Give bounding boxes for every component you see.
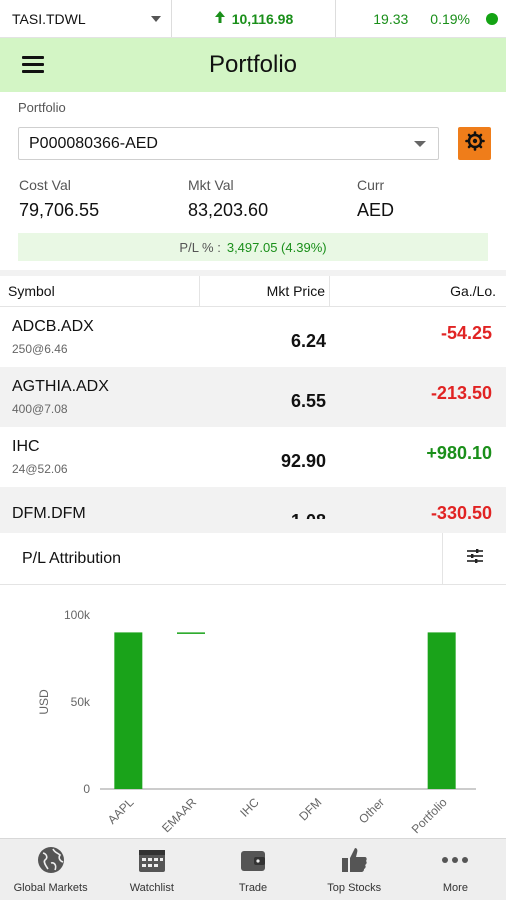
x-tick-label: Portfolio — [409, 795, 450, 836]
portfolio-selected-value: P000080366-AED — [29, 134, 158, 152]
y-tick-label: 50k — [71, 695, 91, 709]
tab-top-stocks[interactable]: Top Stocks — [304, 839, 405, 900]
row-qty: 24@52.06 — [12, 462, 68, 476]
row-symbol: ADCB.ADX — [12, 318, 94, 335]
pl-label: P/L % : — [179, 239, 221, 255]
pl-attribution-title: P/L Attribution — [22, 549, 122, 567]
page-title: Portfolio — [208, 51, 298, 78]
column-header-symbol[interactable]: Symbol — [0, 276, 200, 306]
table-row[interactable]: DFM.DFM 1.08 -330.50 — [0, 487, 506, 519]
tab-trade[interactable]: Trade — [202, 839, 303, 900]
calendar-icon — [137, 845, 167, 878]
y-tick-label: 0 — [83, 782, 90, 796]
row-symbol: IHC — [12, 438, 40, 455]
wallet-icon — [238, 845, 268, 878]
holdings-table: Symbol Mkt Price Ga./Lo. ADCB.ADX 250@6.4… — [0, 276, 506, 519]
ticker-change-pct: 0.19% — [430, 10, 470, 27]
table-header: Symbol Mkt Price Ga./Lo. — [0, 276, 506, 307]
tab-label: Top Stocks — [327, 882, 382, 894]
row-qty: 400@7.08 — [12, 402, 68, 416]
status-dot — [486, 13, 498, 25]
row-price: 92.90 — [280, 450, 326, 471]
pl-attribution-header: P/L Attribution — [0, 532, 506, 585]
column-header-gain-loss[interactable]: Ga./Lo. — [330, 276, 506, 306]
pl-attribution-card: P/L Attribution 0 50k 100k USD AAPL EMAAR IHC D… — [0, 532, 506, 838]
bar — [177, 632, 205, 634]
x-tick-label: Other — [356, 795, 387, 826]
row-gain: -213.50 — [430, 382, 492, 403]
ticker-symbol: TASI.TDWL — [12, 10, 86, 27]
row-gain: -330.50 — [430, 502, 492, 520]
app-header: Portfolio — [0, 38, 506, 92]
y-axis-label: USD — [37, 689, 51, 715]
row-price: 6.55 — [290, 390, 326, 411]
tab-watchlist[interactable]: Watchlist — [101, 839, 202, 900]
portfolio-select[interactable]: P000080366-AED — [18, 127, 439, 160]
arrow-up-icon — [214, 10, 226, 27]
row-price: 1.08 — [200, 487, 330, 520]
tab-label: Watchlist — [129, 882, 174, 894]
portfolio-label: Portfolio — [18, 100, 66, 115]
tab-label: Trade — [238, 882, 268, 894]
x-tick-label: DFM — [296, 795, 324, 823]
row-gain: -54.25 — [440, 322, 492, 343]
pl-bar: P/L % : 3,497.05 (4.39%) — [18, 233, 488, 261]
bottom-tab-bar: Global Markets Watchlist Trade Top Stock… — [0, 838, 506, 900]
ticker-change: 19.33 — [373, 10, 409, 27]
ticker-symbol-select[interactable]: TASI.TDWL — [0, 0, 172, 37]
tab-label: More — [442, 882, 468, 894]
y-tick-label: 100k — [64, 608, 91, 622]
bar — [114, 632, 143, 789]
x-tick-label: AAPL — [105, 795, 137, 827]
cost-val-label: Cost Val — [19, 177, 71, 193]
row-qty: 250@6.46 — [12, 342, 68, 356]
table-row[interactable]: AGTHIA.ADX 400@7.08 6.55 -213.50 — [0, 367, 506, 427]
pl-attribution-chart: 0 50k 100k USD AAPL EMAAR IHC DFM Other Portfolio — [37, 608, 476, 836]
row-symbol: AGTHIA.ADX — [12, 378, 109, 395]
row-gain: +980.10 — [426, 442, 492, 463]
curr-value: AED — [357, 200, 395, 220]
row-price: 6.24 — [290, 330, 326, 351]
cost-val: 79,706.55 — [19, 200, 100, 220]
settings-button[interactable] — [458, 127, 491, 160]
ticker-change-box: 19.33 0.19% — [336, 0, 506, 37]
table-row[interactable]: ADCB.ADX 250@6.46 6.24 -54.25 — [0, 307, 506, 367]
tab-label: Global Markets — [13, 882, 88, 894]
curr-label: Curr — [357, 177, 385, 193]
table-row[interactable]: IHC 24@52.06 92.90 +980.10 — [0, 427, 506, 487]
x-tick-label: EMAAR — [159, 795, 199, 835]
chevron-down-icon — [151, 15, 161, 22]
filter-button[interactable] — [442, 532, 506, 585]
ticker-bar: TASI.TDWL 10,116.98 19.33 0.19% — [0, 0, 506, 38]
chevron-down-icon — [414, 141, 426, 147]
mkt-val-label: Mkt Val — [188, 177, 234, 193]
mkt-val: 83,203.60 — [188, 200, 269, 220]
more-icon — [440, 845, 470, 878]
sliders-icon — [466, 548, 484, 569]
row-symbol: DFM.DFM — [12, 505, 86, 519]
thumbs-up-icon — [339, 845, 369, 878]
tab-global-markets[interactable]: Global Markets — [0, 839, 101, 900]
ticker-value-box: 10,116.98 — [172, 0, 336, 37]
ticker-value: 10,116.98 — [231, 10, 294, 27]
pl-value: 3,497.05 (4.39%) — [226, 239, 327, 255]
menu-icon[interactable] — [22, 56, 44, 74]
tab-more[interactable]: More — [405, 839, 506, 900]
bar — [427, 632, 456, 789]
globe-icon — [36, 845, 66, 878]
column-header-mkt-price[interactable]: Mkt Price — [200, 276, 330, 306]
gear-icon — [464, 131, 485, 156]
x-tick-label: IHC — [237, 795, 262, 820]
